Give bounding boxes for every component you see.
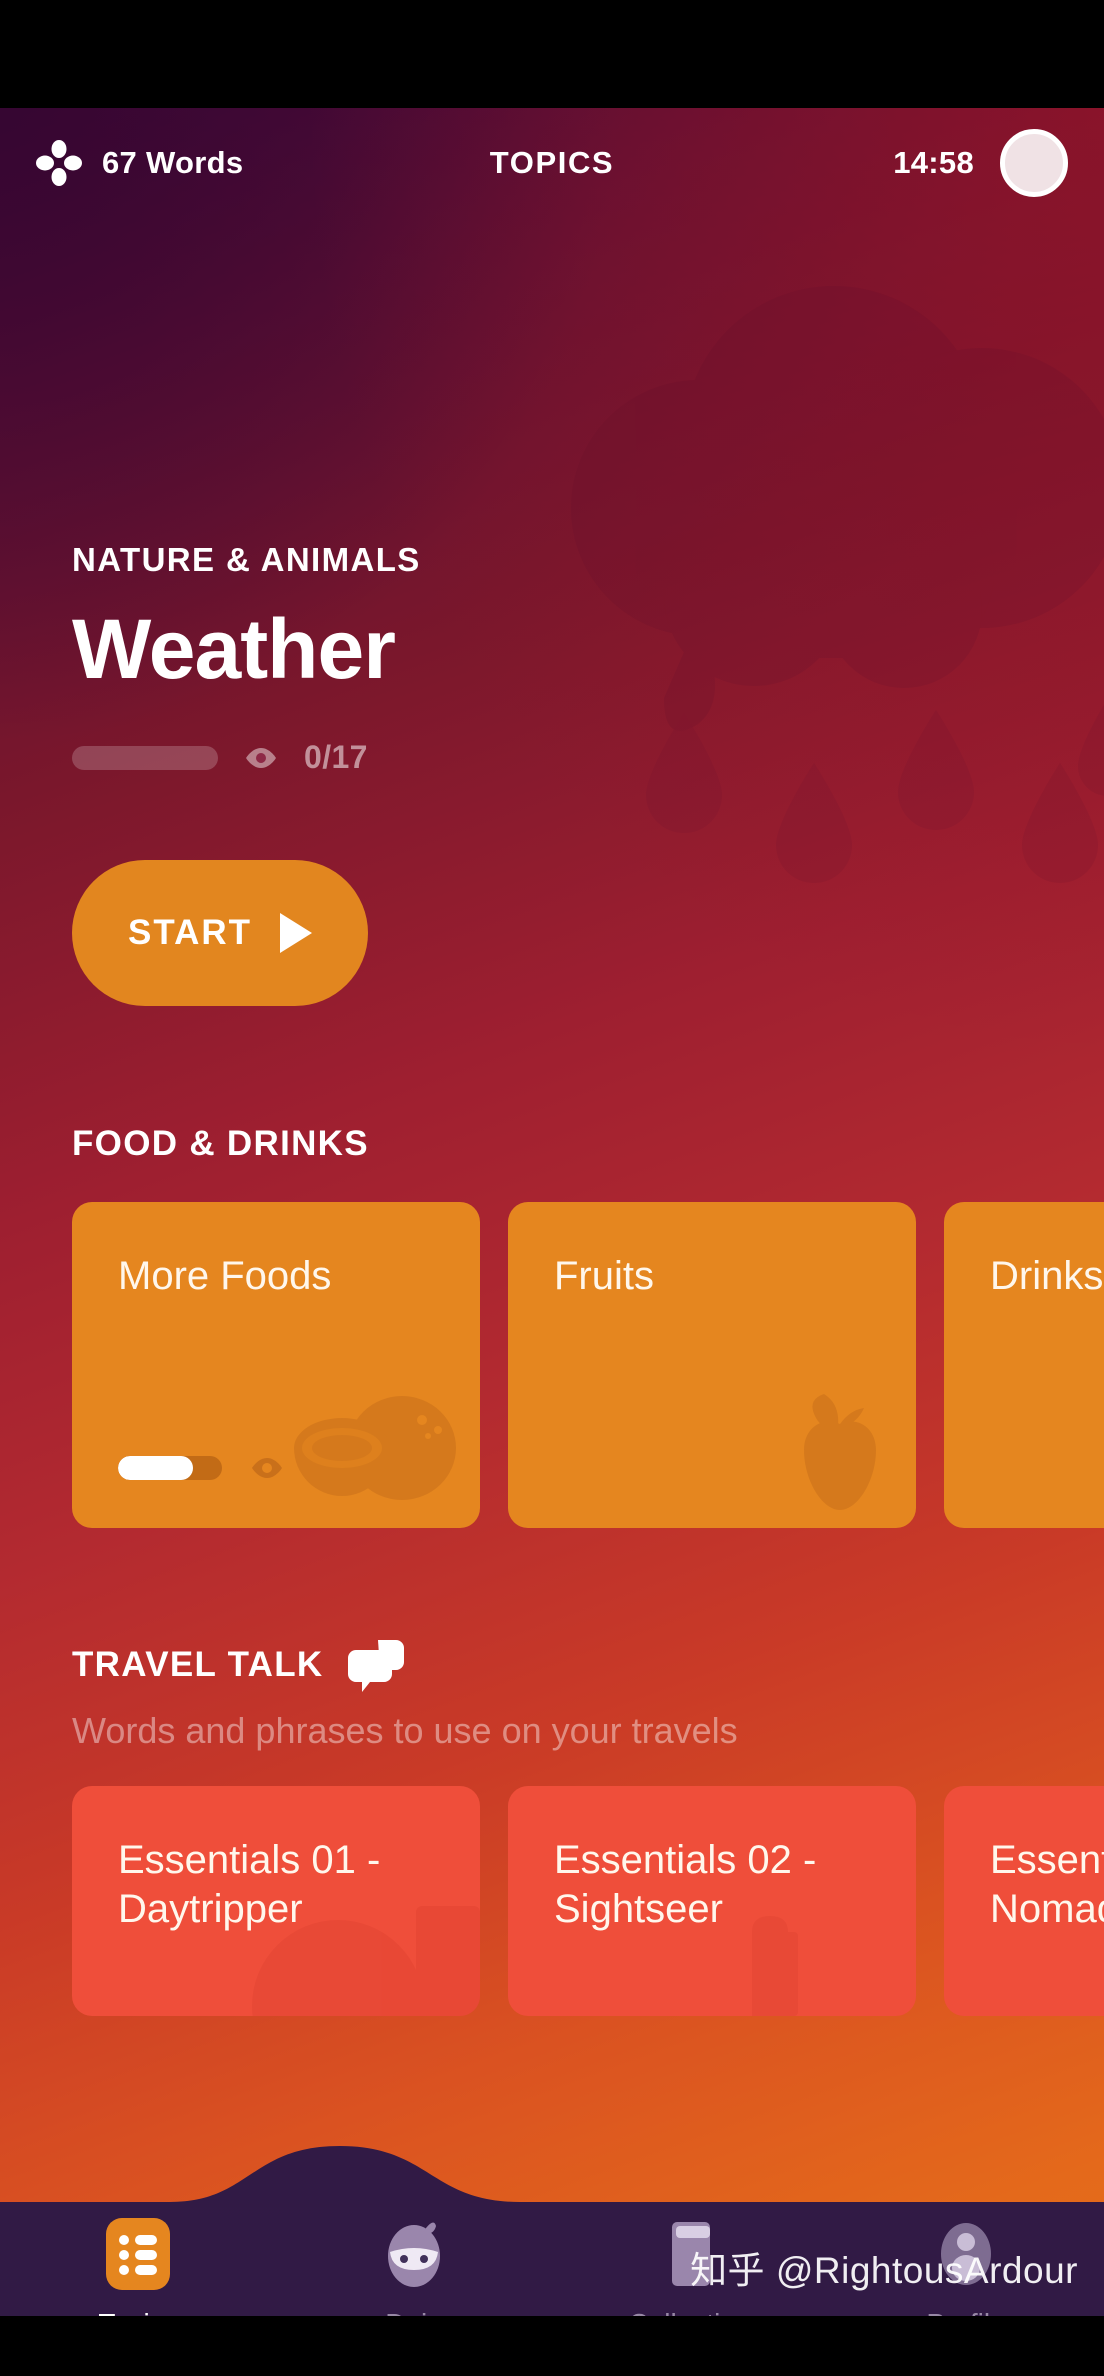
topic-card-essentials-03[interactable]: Essentials 03 - Nomad	[944, 1786, 1104, 2017]
start-button[interactable]: START	[72, 860, 369, 1007]
coconut-icon	[276, 1372, 466, 1522]
card-title: Essentials 03 - Nomad	[990, 1838, 1104, 1931]
landscape-icon	[220, 1836, 480, 2017]
card-title: Drinks	[990, 1254, 1104, 1299]
topic-card-fruits[interactable]: Fruits	[508, 1202, 916, 1529]
topic-card-essentials-01[interactable]: Essentials 01 - Daytripper	[72, 1786, 480, 2017]
eye-icon	[246, 747, 276, 768]
card-progress-bar	[118, 1456, 222, 1481]
topic-card-essentials-02[interactable]: Essentials 02 - Sightseer	[508, 1786, 916, 2017]
app-header: 67 Words TOPICS 14:58	[0, 108, 1104, 218]
book-icon	[672, 2222, 710, 2286]
section-travel-talk: TRAVEL TALK Words and phrases to use on …	[0, 1638, 1104, 2017]
word-count-label: 67 Words	[102, 145, 244, 180]
food-card-row[interactable]: More Foods Fruits Drinks	[0, 1164, 1104, 1529]
hero-progress-row: 0/17	[72, 739, 1104, 776]
person-icon	[941, 2223, 991, 2285]
section-title: TRAVEL TALK	[72, 1645, 324, 1685]
home-indicator-area	[0, 2316, 1104, 2376]
app-screen: NATURE & ANIMALS Weather 0/17 START FOOD…	[0, 0, 1104, 2376]
eye-icon	[252, 1458, 282, 1479]
section-header: TRAVEL TALK	[0, 1638, 1104, 1693]
section-header: FOOD & DRINKS	[0, 1124, 1104, 1164]
main-content: NATURE & ANIMALS Weather 0/17 START FOOD…	[0, 326, 1104, 2376]
topic-card-more-foods[interactable]: More Foods	[72, 1202, 480, 1529]
avatar[interactable]	[1000, 129, 1068, 197]
status-bar-notch	[0, 0, 1104, 108]
card-progress-row	[118, 1456, 284, 1481]
card-title: More Foods	[118, 1254, 332, 1299]
section-food-drinks: FOOD & DRINKS More Foods Fruits Drinks	[0, 1124, 1104, 1529]
list-icon	[106, 2218, 170, 2290]
play-icon	[280, 913, 313, 954]
clover-icon	[36, 140, 82, 186]
landmark-icon	[656, 1836, 916, 2017]
screen-background: NATURE & ANIMALS Weather 0/17 START FOOD…	[0, 108, 1104, 2376]
clock-label: 14:58	[893, 145, 974, 180]
speech-bubbles-icon	[347, 1640, 404, 1693]
header-left-group[interactable]: 67 Words	[36, 140, 396, 186]
card-title: Fruits	[554, 1254, 654, 1299]
start-button-label: START	[128, 913, 253, 953]
apple-icon	[712, 1372, 902, 1522]
page-title: TOPICS	[489, 145, 615, 180]
section-subtitle: Words and phrases to use on your travels	[72, 1710, 738, 1752]
travel-card-row[interactable]: Essentials 01 - Daytripper Essentials 02…	[0, 1752, 1104, 2017]
hero-progress-text: 0/17	[304, 739, 368, 776]
topic-card-drinks[interactable]: Drinks	[944, 1202, 1104, 1529]
ninja-icon	[388, 2222, 440, 2287]
hero-title: Weather	[72, 602, 396, 696]
hero-progress-bar	[72, 745, 218, 770]
hero-topic-card[interactable]: NATURE & ANIMALS Weather 0/17 START	[0, 326, 1104, 1007]
header-right-group: 14:58	[708, 129, 1068, 197]
hero-category: NATURE & ANIMALS	[72, 541, 421, 578]
section-title: FOOD & DRINKS	[72, 1124, 369, 1164]
